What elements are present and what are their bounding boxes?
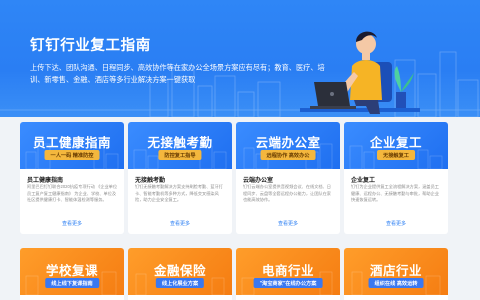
card-banner: 员工健康指南 一人一码 精准防控 [20, 122, 124, 169]
card-banner: 企业复工 无接触复工 [344, 122, 448, 169]
card-banner: 酒店行业 组织在线 高效运转 [344, 248, 448, 295]
card-banner: 学校复课 线上线下复课指南 [20, 248, 124, 295]
card-tag: 线上线下复课指南 [45, 278, 99, 288]
card-description: 钉钉云端办公室提供音视频会议、在线文档、日程同步、云盘等全套远程办公能力，让团队… [243, 184, 331, 203]
card-name: 企业复工 [351, 178, 376, 184]
card-name: 无接触考勤 [135, 178, 166, 184]
person-with-laptop-illustration [300, 31, 420, 114]
card-financial-insurance[interactable]: 金融保险 线上化展业方案 [128, 248, 232, 300]
view-more-link[interactable]: 查看更多 [128, 220, 232, 227]
card-tag: 一人一码 精准防控 [44, 150, 100, 160]
card-description: 钉钉为企业提供复工全流程解决方案，涵盖员工健康、远程办公、无接触考勤与审批，帮助… [351, 184, 439, 203]
card-tag: 无接触复工 [377, 150, 415, 160]
card-banner: 无接触考勤 防控复工指导 [128, 122, 232, 169]
card-title: 无接触考勤 [147, 136, 213, 150]
card-tag: 远程协作 高效办公 [260, 150, 316, 160]
hero-banner: 钉钉行业复工指南 上传下达、团队沟通、日程同步、高效协作等在家办公全场景方案应有… [0, 0, 480, 117]
card-tag: 线上化展业方案 [155, 278, 205, 288]
card-enterprise-resumption[interactable]: 企业复工 无接触复工 企业复工 钉钉为企业提供复工全流程解决方案，涵盖员工健康、… [344, 122, 448, 234]
card-tag: 防控复工指导 [158, 150, 202, 160]
card-school-reopening[interactable]: 学校复课 线上线下复课指南 [20, 248, 124, 300]
card-title: 云端办公室 [255, 136, 321, 150]
card-banner: 金融保险 线上化展业方案 [128, 248, 232, 295]
card-tag: 组织在线 高效运转 [368, 278, 424, 288]
card-employee-health[interactable]: 员工健康指南 一人一码 精准防控 员工健康指南 阿里巴巴钉钉联合2020抗疫专项… [20, 122, 124, 234]
card-contactless-attendance[interactable]: 无接触考勤 防控复工指导 无接触考勤 钉钉无接触考勤解决方案支持刷脸考勤、蓝牙打… [128, 122, 232, 234]
page-title: 钉钉行业复工指南 [30, 38, 151, 54]
card-description: 阿里巴巴钉钉联合2020抗疫专项行动 《企业单位员工复产复工健康指南》 为企业、… [27, 184, 118, 203]
card-name: 员工健康指南 [27, 178, 64, 184]
view-more-link[interactable]: 查看更多 [236, 220, 340, 227]
card-tag: "淘宝商家"在线办公方案 [253, 278, 323, 288]
card-banner: 云端办公室 远程协作 高效办公 [236, 122, 340, 169]
card-title: 企业复工 [369, 136, 422, 150]
card-name: 云端办公室 [243, 178, 274, 184]
view-more-link[interactable]: 查看更多 [344, 220, 448, 227]
card-title: 学校复课 [45, 264, 98, 278]
card-title: 金融保险 [153, 264, 206, 278]
card-ecommerce[interactable]: 电商行业 "淘宝商家"在线办公方案 [236, 248, 340, 300]
hero-description: 上传下达、团队沟通、日程同步、高效协作等在家办公全场景方案应有尽有；教育、医疗、… [30, 63, 325, 84]
card-title: 酒店行业 [369, 264, 422, 278]
card-hotel-industry[interactable]: 酒店行业 组织在线 高效运转 [344, 248, 448, 300]
card-banner: 电商行业 "淘宝商家"在线办公方案 [236, 248, 340, 295]
card-title: 电商行业 [261, 264, 314, 278]
card-title: 员工健康指南 [32, 136, 111, 150]
card-cloud-office[interactable]: 云端办公室 远程协作 高效办公 云端办公室 钉钉云端办公室提供音视频会议、在线文… [236, 122, 340, 234]
card-description: 钉钉无接触考勤解决方案支持刷脸考勤、蓝牙打卡、智能考勤机等多种方式，降低交叉感染… [135, 184, 223, 203]
view-more-link[interactable]: 查看更多 [20, 220, 124, 227]
